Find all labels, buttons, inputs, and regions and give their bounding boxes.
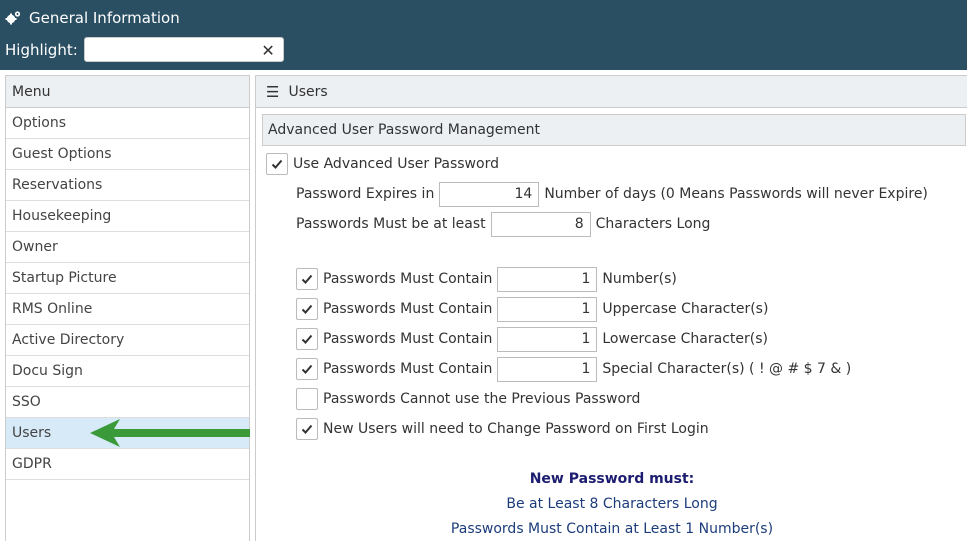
rule-label: Passwords Must Contain <box>323 361 493 377</box>
page-title: General Information <box>29 9 180 27</box>
highlight-row: Highlight: ✕ <box>5 37 284 62</box>
expires-days-field[interactable]: 14 <box>439 181 540 207</box>
menu-item-rms-online[interactable]: RMS Online <box>6 294 249 325</box>
password-rule-line: Passwords Must Contain at Least 1 Number… <box>450 521 774 537</box>
change-first-login-checkbox[interactable] <box>296 418 318 440</box>
menu-item-owner[interactable]: Owner <box>6 232 249 263</box>
min-length-row: Passwords Must be at least 8 Characters … <box>296 211 710 237</box>
clear-icon[interactable]: ✕ <box>261 41 274 60</box>
use-advanced-label: Use Advanced User Password <box>293 156 499 172</box>
check-icon <box>301 304 313 314</box>
use-advanced-checkbox[interactable] <box>266 153 288 175</box>
menu-item-gdpr[interactable]: GDPR <box>6 449 249 480</box>
menu-item-options[interactable]: Options <box>6 108 249 139</box>
expires-row: Password Expires in 14 Number of days (0… <box>296 181 928 207</box>
check-icon <box>301 364 313 374</box>
no-previous-label: Passwords Cannot use the Previous Passwo… <box>323 391 641 407</box>
rule-row: Passwords Must Contain 1 Lowercase Chara… <box>296 326 768 352</box>
highlight-label: Highlight: <box>5 40 78 59</box>
rule-label: Passwords Must Contain <box>323 271 493 287</box>
menu-item-reservations[interactable]: Reservations <box>6 170 249 201</box>
rule-uppercase-field[interactable]: 1 <box>497 296 598 322</box>
rule-row: Passwords Must Contain 1 Number(s) <box>296 266 677 292</box>
rule-special-checkbox[interactable] <box>296 358 318 380</box>
app-header: General Information Highlight: ✕ <box>0 0 967 70</box>
rule-suffix: Uppercase Character(s) <box>602 301 769 317</box>
menu-item-sso[interactable]: SSO <box>6 387 249 418</box>
password-rule-line: Be at Least 8 Characters Long <box>506 496 718 512</box>
expires-label: Password Expires in <box>296 186 435 202</box>
users-panel: ☰ Users Advanced User Password Managemen… <box>255 75 967 541</box>
sidebar-menu: Menu Options Guest Options Reservations … <box>5 75 250 541</box>
highlight-field: ✕ <box>83 37 284 62</box>
gears-icon <box>5 11 21 25</box>
green-arrow-icon <box>90 419 250 447</box>
password-rules-title: New Password must: <box>529 471 695 487</box>
check-icon <box>301 424 313 434</box>
rule-special-field[interactable]: 1 <box>497 356 598 382</box>
change-first-login-label: New Users will need to Change Password o… <box>323 421 709 437</box>
change-first-login-row: New Users will need to Change Password o… <box>296 416 709 442</box>
section-title: Advanced User Password Management <box>262 114 966 146</box>
rule-uppercase-checkbox[interactable] <box>296 298 318 320</box>
no-previous-row: Passwords Cannot use the Previous Passwo… <box>296 386 640 412</box>
menu-item-housekeeping[interactable]: Housekeeping <box>6 201 249 232</box>
panel-title: Users <box>288 83 328 100</box>
highlight-input[interactable] <box>88 38 259 61</box>
menu-item-startup-picture[interactable]: Startup Picture <box>6 263 249 294</box>
menu-heading: Menu <box>6 76 249 108</box>
menu-item-guest-options[interactable]: Guest Options <box>6 139 249 170</box>
rule-row: Passwords Must Contain 1 Special Charact… <box>296 356 851 382</box>
min-length-label: Passwords Must be at least <box>296 216 486 232</box>
rule-lowercase-checkbox[interactable] <box>296 328 318 350</box>
title-row: General Information <box>5 9 180 27</box>
hamburger-icon[interactable]: ☰ <box>266 83 279 101</box>
rule-row: Passwords Must Contain 1 Uppercase Chara… <box>296 296 768 322</box>
expires-suffix: Number of days (0 Means Passwords will n… <box>544 186 928 202</box>
menu-item-docu-sign[interactable]: Docu Sign <box>6 356 249 387</box>
min-length-suffix: Characters Long <box>595 216 711 232</box>
use-advanced-row: Use Advanced User Password <box>266 151 499 177</box>
rule-number-checkbox[interactable] <box>296 268 318 290</box>
menu-item-active-directory[interactable]: Active Directory <box>6 325 249 356</box>
rule-lowercase-field[interactable]: 1 <box>497 326 598 352</box>
check-icon <box>301 274 313 284</box>
rule-suffix: Special Character(s) ( ! @ # $ 7 & ) <box>602 361 852 377</box>
panel-header: ☰ Users <box>256 76 967 108</box>
check-icon <box>271 159 283 169</box>
rule-label: Passwords Must Contain <box>323 301 493 317</box>
check-icon <box>301 334 313 344</box>
no-previous-checkbox[interactable] <box>296 388 318 410</box>
rule-label: Passwords Must Contain <box>323 331 493 347</box>
rule-suffix: Lowercase Character(s) <box>602 331 768 347</box>
rule-suffix: Number(s) <box>602 271 677 287</box>
rule-number-field[interactable]: 1 <box>497 266 598 292</box>
min-length-field[interactable]: 8 <box>490 211 591 237</box>
